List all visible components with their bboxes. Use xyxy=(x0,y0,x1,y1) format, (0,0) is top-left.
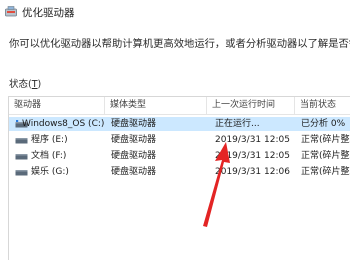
current-status: 正常(碎片整理 xyxy=(301,167,350,177)
media-type: 硬盘驱动器 xyxy=(111,151,157,161)
hard-drive-icon xyxy=(15,154,28,160)
drive-name: 程序 (E:) xyxy=(31,135,68,145)
table-header: 驱动器 媒体类型 上一次运行时间 当前状态 xyxy=(9,97,350,115)
column-header-drive[interactable]: 驱动器 xyxy=(9,97,105,114)
status-label-accelerator: T xyxy=(31,79,38,90)
current-status: 正常(碎片整理 xyxy=(301,135,350,145)
drive-name: Windows8_OS (C:) xyxy=(22,119,105,129)
column-header-last-run[interactable]: 上一次运行时间 xyxy=(207,97,295,114)
media-type: 硬盘驱动器 xyxy=(111,167,157,177)
media-type: 硬盘驱动器 xyxy=(111,119,157,129)
last-run-time: 2019/3/31 12:06 xyxy=(215,167,290,177)
column-header-media-type[interactable]: 媒体类型 xyxy=(105,97,207,114)
table-row-f-drive[interactable]: 文档 (F:) 硬盘驱动器 2019/3/31 12:05 正常(碎片整理 xyxy=(9,149,350,163)
status-label-text: 状态 xyxy=(9,79,29,90)
table-row-c-drive[interactable]: Windows8_OS (C:) 硬盘驱动器 正在运行... 已分析 0% xyxy=(9,117,350,131)
optimize-drives-app-icon xyxy=(5,6,17,17)
drives-table[interactable]: 驱动器 媒体类型 上一次运行时间 当前状态 Windows8_OS (C:) 硬… xyxy=(8,96,350,260)
last-run-time: 正在运行... xyxy=(215,119,260,129)
description-text: 你可以优化驱动器以帮助计算机更高效地运行，或者分析驱动器以了解是否需要对其进行优… xyxy=(9,38,350,50)
drive-name: 娱乐 (G:) xyxy=(31,167,69,177)
table-row-e-drive[interactable]: 程序 (E:) 硬盘驱动器 2019/3/31 12:05 正常(碎片整理 xyxy=(9,133,350,147)
hard-drive-icon xyxy=(15,170,28,176)
current-status: 已分析 0% xyxy=(301,119,346,129)
table-row-g-drive[interactable]: 娱乐 (G:) 硬盘驱动器 2019/3/31 12:06 正常(碎片整理 xyxy=(9,165,350,179)
media-type: 硬盘驱动器 xyxy=(111,135,157,145)
drive-name: 文档 (F:) xyxy=(31,151,67,161)
current-status: 正常(碎片整理 xyxy=(301,151,350,161)
hard-drive-icon xyxy=(15,138,28,144)
last-run-time: 2019/3/31 12:05 xyxy=(215,135,290,145)
window-title: 优化驱动器 xyxy=(22,7,75,19)
last-run-time: 2019/3/31 12:05 xyxy=(215,151,290,161)
status-label: 状态(T) xyxy=(9,79,42,90)
title-bar: 优化驱动器 xyxy=(0,0,350,24)
column-header-current-status[interactable]: 当前状态 xyxy=(295,97,350,114)
